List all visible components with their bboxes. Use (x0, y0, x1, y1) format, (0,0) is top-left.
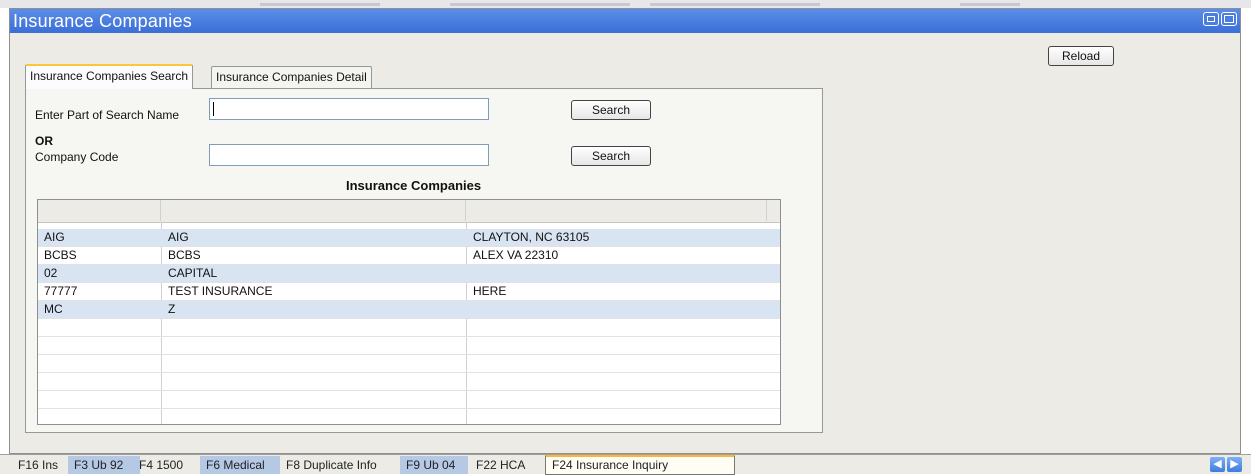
function-tab[interactable]: F8 Duplicate Info (280, 456, 383, 474)
insurance-companies-window: Insurance Companies Reload Insurance Com… (9, 8, 1241, 454)
function-tab[interactable]: F22 HCA (470, 456, 531, 474)
title-bar[interactable]: Insurance Companies (10, 9, 1240, 33)
table-row[interactable] (38, 373, 780, 391)
column-header-code[interactable] (38, 200, 161, 221)
cell-address: HERE (473, 284, 507, 298)
cell-address: ALEX VA 22310 (473, 248, 559, 262)
search-by-name-button[interactable]: Search (571, 100, 651, 120)
or-label: OR (35, 134, 53, 148)
table-row[interactable]: MC Z (38, 301, 780, 319)
cell-code: BCBS (44, 248, 77, 262)
arrow-right-icon[interactable]: ▶ (1227, 457, 1242, 472)
cell-address (471, 301, 473, 317)
table-row[interactable]: BCBS BCBS ALEX VA 22310 (38, 247, 780, 265)
cell-code: 02 (44, 266, 58, 280)
function-tab[interactable]: F6 Medical (200, 456, 280, 474)
table-row[interactable] (38, 391, 780, 409)
insurance-companies-table[interactable]: AIG AIG CLAYTON, NC 63105 BCBS BCBS ALEX VA 2… (37, 199, 781, 425)
restore-icon[interactable] (1203, 12, 1219, 26)
column-header-address[interactable] (466, 200, 767, 221)
cell-address (471, 265, 473, 281)
cell-code: 77777 (44, 284, 78, 298)
cell-name: BCBS (168, 248, 201, 262)
text-caret (213, 102, 214, 116)
table-title: Insurance Companies (346, 178, 482, 193)
table-row[interactable] (38, 319, 780, 337)
table-row[interactable]: 02 CAPITAL (38, 265, 780, 283)
function-tab[interactable]: F3 Ub 92 (68, 456, 140, 474)
cell-code: AIG (44, 230, 65, 244)
function-tab[interactable]: F4 1500 (133, 456, 189, 474)
search-name-label: Enter Part of Search Name (35, 108, 180, 122)
company-code-input[interactable] (209, 144, 489, 166)
cell-address: CLAYTON, NC 63105 (473, 230, 590, 244)
tab-insurance-companies-search[interactable]: Insurance Companies Search (25, 64, 194, 89)
function-tab[interactable]: F24 Insurance Inquiry (545, 455, 735, 475)
background-app-strip (0, 0, 1251, 8)
arrow-left-icon[interactable]: ◀ (1210, 457, 1225, 472)
table-header (38, 200, 780, 223)
table-row[interactable] (38, 355, 780, 373)
cell-name: CAPITAL (168, 266, 218, 280)
search-name-input[interactable] (209, 98, 489, 120)
reload-button[interactable]: Reload (1048, 46, 1114, 66)
table-row[interactable] (38, 409, 780, 424)
table-row[interactable] (38, 337, 780, 355)
window-title: Insurance Companies (13, 11, 192, 31)
cell-code: MC (44, 302, 63, 316)
column-header-name[interactable] (161, 200, 466, 221)
tab-insurance-companies-detail[interactable]: Insurance Companies Detail (211, 66, 372, 88)
company-code-label: Company Code (35, 150, 119, 164)
search-by-code-button[interactable]: Search (571, 146, 651, 166)
table-row[interactable]: AIG AIG CLAYTON, NC 63105 (38, 229, 780, 247)
function-key-tab-bar: F16 Ins F3 Ub 92 F4 1500 F6 Medical F8 Dupli… (0, 454, 1251, 475)
cell-name: Z (168, 302, 176, 316)
table-row[interactable]: 77777 TEST INSURANCE HERE (38, 283, 780, 301)
maximize-icon[interactable] (1221, 12, 1237, 26)
cell-name: TEST INSURANCE (168, 284, 273, 298)
table-body: AIG AIG CLAYTON, NC 63105 BCBS BCBS ALEX VA 2… (38, 229, 780, 424)
cell-name: AIG (168, 230, 189, 244)
function-tab[interactable]: F16 Ins (12, 456, 64, 474)
function-tab[interactable]: F9 Ub 04 (400, 456, 468, 474)
